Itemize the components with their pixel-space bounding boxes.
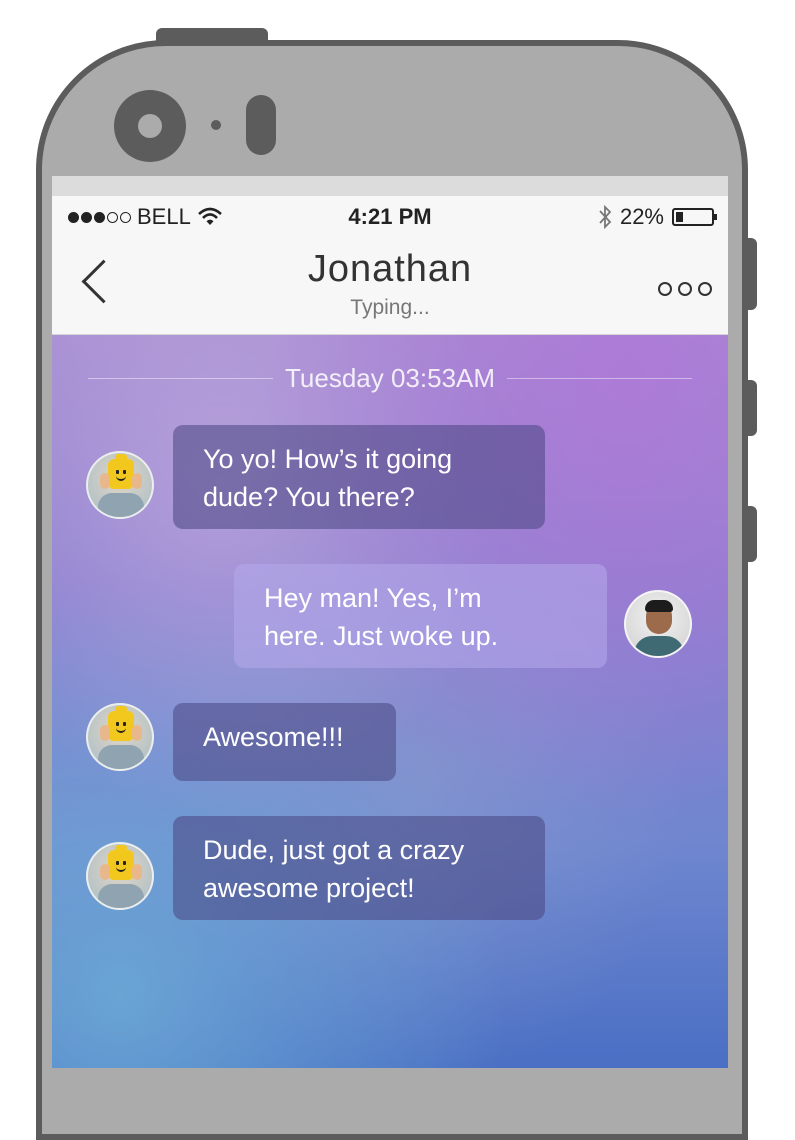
lego-avatar[interactable]	[86, 703, 154, 771]
earpiece-speaker	[246, 95, 276, 155]
message-bubble[interactable]: Yo yo! How’s it going dude? You there?	[173, 425, 545, 529]
message-line: Yo yo! How’s it going	[203, 444, 453, 474]
status-bar: BELL 4:21 PM 22%	[52, 196, 728, 238]
chat-area[interactable]: Tuesday 03:53AM Yo yo! How’s it going du…	[52, 335, 728, 1068]
bluetooth-icon	[599, 205, 612, 229]
proximity-sensor	[211, 120, 221, 130]
contact-name: Jonathan	[307, 248, 473, 290]
battery-percent: 22%	[619, 204, 664, 229]
message-line: Hey man! Yes, I’m	[264, 583, 482, 613]
message-bubble[interactable]: Dude, just got a crazy awesome project!	[173, 816, 545, 920]
date-separator: Tuesday 03:53AM	[88, 363, 693, 394]
message-line: dude? You there?	[203, 482, 415, 512]
lego-avatar[interactable]	[86, 842, 154, 910]
status-right: 22%	[598, 204, 717, 230]
volume-down-button	[745, 380, 757, 436]
user-avatar[interactable]	[624, 590, 692, 658]
date-separator-label: Tuesday 03:53AM	[284, 363, 496, 393]
message-bubble[interactable]: Awesome!!!	[173, 703, 396, 781]
volume-up-button	[745, 238, 757, 310]
lego-avatar[interactable]	[86, 451, 154, 519]
phone-screen: BELL 4:21 PM 22% Jonathan Typing... Tues…	[52, 176, 728, 1068]
chat-header: Jonathan Typing...	[52, 238, 728, 335]
typing-indicator: Typing...	[350, 296, 430, 319]
more-dots-icon[interactable]	[658, 282, 712, 296]
message-line: Dude, just got a crazy	[203, 835, 465, 865]
mute-switch	[745, 506, 757, 562]
message-line: here. Just woke up.	[264, 621, 499, 651]
battery-icon	[672, 208, 717, 226]
front-camera	[114, 90, 186, 162]
message-line: awesome project!	[203, 873, 415, 903]
message-bubble[interactable]: Hey man! Yes, I’m here. Just woke up.	[234, 564, 607, 668]
message-line: Awesome!!!	[203, 722, 344, 752]
